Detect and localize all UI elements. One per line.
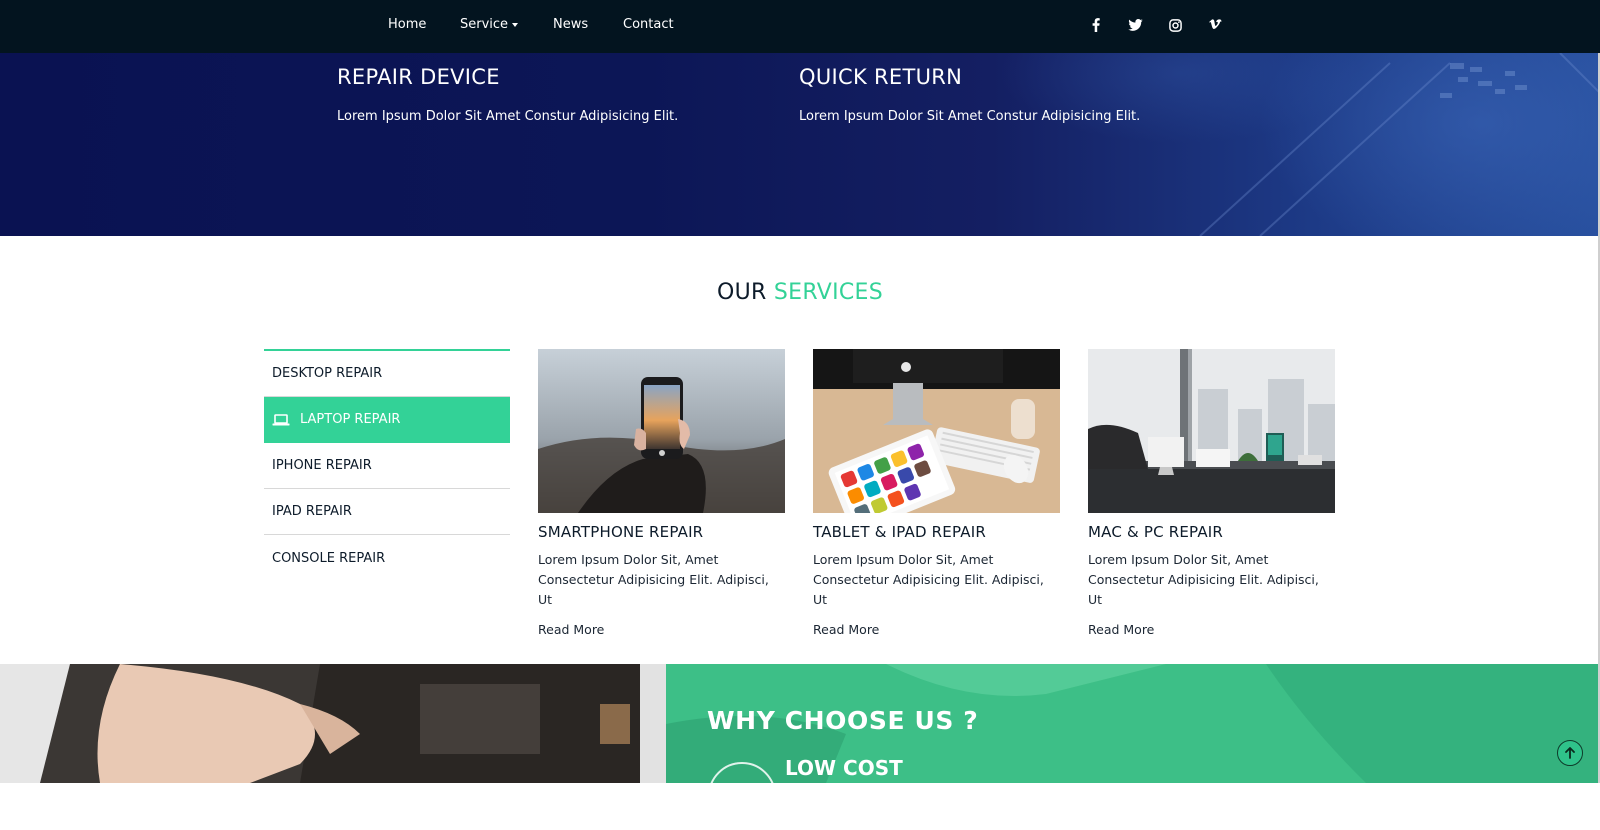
tab-label: IPAD REPAIR <box>272 504 352 519</box>
nav-news-link[interactable]: News <box>553 17 588 32</box>
caret-down-icon <box>512 22 519 27</box>
service-tab-list: DESKTOP REPAIR LAPTOP REPAIR IPHONE REPA… <box>264 349 510 581</box>
service-card-mac-pc: MAC & PC REPAIR Lorem Ipsum Dolor Sit, A… <box>1088 349 1335 637</box>
card-title: TABLET & IPAD REPAIR <box>813 523 986 541</box>
tab-laptop-repair[interactable]: LAPTOP REPAIR <box>264 397 510 443</box>
scroll-to-top-button[interactable] <box>1557 740 1583 766</box>
card-description: Lorem Ipsum Dolor Sit, Amet Consectetur … <box>813 552 1044 607</box>
feature-text-quick-return: Lorem Ipsum Dolor Sit Amet Constur Adipi… <box>799 109 1141 124</box>
card-description: Lorem Ipsum Dolor Sit, Amet Consectetur … <box>1088 552 1319 607</box>
low-cost-badge-circle <box>708 762 776 830</box>
facebook-icon[interactable] <box>1088 17 1104 33</box>
tab-label: IPHONE REPAIR <box>272 458 372 473</box>
twitter-icon[interactable] <box>1127 17 1143 33</box>
tab-label: CONSOLE REPAIR <box>272 550 386 566</box>
instagram-icon[interactable] <box>1167 17 1183 33</box>
services-heading: OUR SERVICES <box>0 280 1600 305</box>
tab-label: LAPTOP REPAIR <box>300 412 401 427</box>
nav-service-label: Service <box>460 17 509 32</box>
nav-service-link[interactable]: Service <box>460 17 519 32</box>
read-more-link[interactable]: Read More <box>1088 622 1335 637</box>
nav-home-link[interactable]: Home <box>388 17 426 32</box>
tab-ipad-repair[interactable]: IPAD REPAIR <box>264 489 510 535</box>
low-cost-title: LOW COST <box>785 756 903 780</box>
card-description: Lorem Ipsum Dolor Sit, Amet Consectetur … <box>538 552 769 607</box>
service-card-smartphone: SMARTPHONE REPAIR Lorem Ipsum Dolor Sit,… <box>538 349 785 637</box>
top-navbar: Home Service News Contact <box>0 0 1600 53</box>
laptop-icon <box>272 413 292 426</box>
tab-desktop-repair[interactable]: DESKTOP REPAIR <box>264 351 510 397</box>
feature-title-repair-device: REPAIR DEVICE <box>337 65 500 89</box>
hero-features-band: REPAIR DEVICE Lorem Ipsum Dolor Sit Amet… <box>0 53 1600 236</box>
feature-text-repair-device: Lorem Ipsum Dolor Sit Amet Constur Adipi… <box>337 109 679 124</box>
service-card-tablet: TABLET & IPAD REPAIR Lorem Ipsum Dolor S… <box>813 349 1060 637</box>
services-heading-accent: SERVICES <box>773 280 884 305</box>
nav-contact-link[interactable]: Contact <box>623 17 674 32</box>
tab-iphone-repair[interactable]: IPHONE REPAIR <box>264 443 510 489</box>
smartphone-image <box>538 349 785 513</box>
why-choose-us-title: WHY CHOOSE US ? <box>707 706 979 735</box>
read-more-link[interactable]: Read More <box>538 622 785 637</box>
tab-label: DESKTOP REPAIR <box>272 366 383 381</box>
card-title: SMARTPHONE REPAIR <box>538 523 704 541</box>
vimeo-icon[interactable] <box>1207 17 1223 33</box>
tablet-image <box>813 349 1060 513</box>
tab-console-repair[interactable]: CONSOLE REPAIR <box>264 535 510 581</box>
arrow-up-icon <box>1564 744 1576 763</box>
card-title: MAC & PC REPAIR <box>1088 523 1224 541</box>
feature-title-quick-return: QUICK RETURN <box>799 65 963 89</box>
read-more-link[interactable]: Read More <box>813 622 1060 637</box>
services-heading-prefix: OUR <box>716 280 767 305</box>
mac-pc-image <box>1088 349 1335 513</box>
repair-hands-image <box>0 664 666 783</box>
